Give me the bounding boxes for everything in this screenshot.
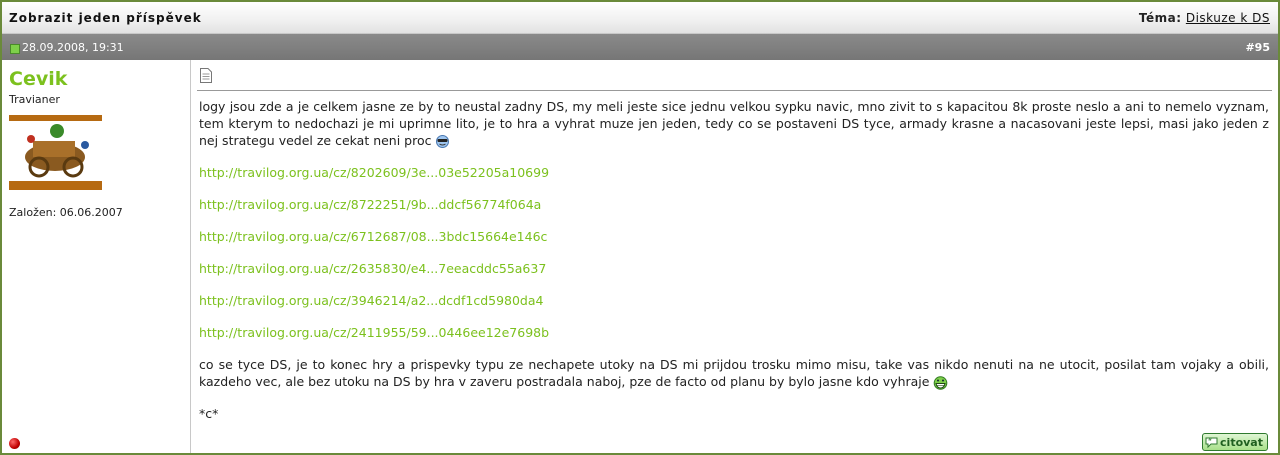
- post-number-link[interactable]: #95: [1245, 41, 1270, 54]
- post-status-icon: [10, 44, 20, 54]
- document-icon: [200, 68, 212, 83]
- topic-info: Téma: Diskuze k DS: [1139, 11, 1270, 25]
- quote-button-label: citovat: [1220, 435, 1263, 449]
- offline-status-icon: [9, 438, 20, 449]
- author-rank: Travianer: [9, 93, 60, 106]
- page-title: Zobrazit jeden příspěvek: [9, 11, 202, 25]
- grin-smiley-icon: [934, 375, 948, 390]
- post-paragraph-text: logy jsou zde a je celkem jasne ze by to…: [199, 99, 1269, 148]
- avatar-image: [9, 115, 102, 190]
- post-body: logy jsou zde a je celkem jasne ze by to…: [199, 98, 1269, 437]
- author-sidebar: Cevik Travianer Založen: 06.06.2007: [2, 60, 191, 453]
- log-link[interactable]: http://travilog.org.ua/cz/2635830/e4...7…: [199, 260, 1269, 277]
- quote-button[interactable]: “ citovat: [1202, 433, 1268, 451]
- topic-label: Téma:: [1138, 11, 1182, 25]
- title-bar: Zobrazit jeden příspěvek Téma: Diskuze k…: [2, 2, 1278, 34]
- speech-bubble-icon: “: [1205, 437, 1218, 448]
- post-paragraph-text: co se tyce DS, je to konec hry a prispev…: [199, 357, 1269, 389]
- author-joined-date: Založen: 06.06.2007: [9, 206, 123, 219]
- svg-text:“: “: [1208, 438, 1212, 445]
- post-datetime: 28.09.2008, 19:31: [22, 41, 124, 54]
- post-window: Zobrazit jeden příspěvek Téma: Diskuze k…: [0, 0, 1280, 455]
- post-paragraph: co se tyce DS, je to konec hry a prispev…: [199, 356, 1269, 390]
- post-paragraph: logy jsou zde a je celkem jasne ze by to…: [199, 98, 1269, 149]
- content-divider: [197, 90, 1272, 91]
- post-header-bar: 28.09.2008, 19:31 #95: [2, 34, 1278, 60]
- post-content: logy jsou zde a je celkem jasne ze by to…: [197, 60, 1273, 453]
- topic-link[interactable]: Diskuze k DS: [1186, 11, 1270, 25]
- cool-smiley-icon: [436, 135, 450, 148]
- log-link[interactable]: http://travilog.org.ua/cz/3946214/a2...d…: [199, 292, 1269, 309]
- avatar: [9, 115, 102, 190]
- author-name-link[interactable]: Cevik: [9, 68, 67, 90]
- signature: *c*: [199, 406, 219, 421]
- log-link[interactable]: http://travilog.org.ua/cz/8202609/3e...0…: [199, 164, 1269, 181]
- log-link[interactable]: http://travilog.org.ua/cz/6712687/08...3…: [199, 228, 1269, 245]
- log-link[interactable]: http://travilog.org.ua/cz/2411955/59...0…: [199, 324, 1269, 341]
- log-link[interactable]: http://travilog.org.ua/cz/8722251/9b...d…: [199, 196, 1269, 213]
